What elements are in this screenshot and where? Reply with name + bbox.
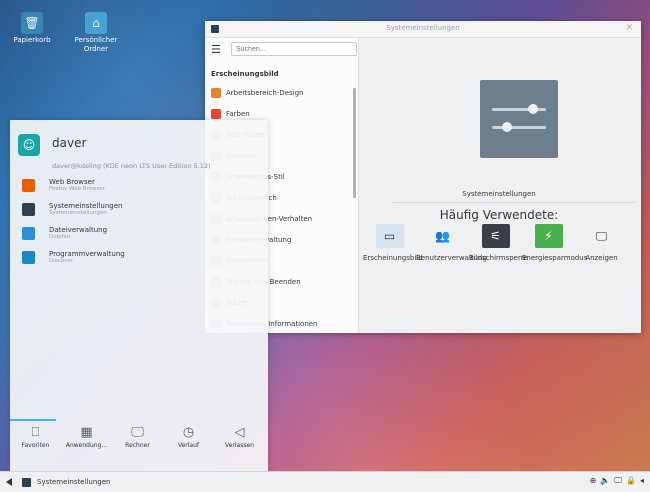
history-icon: ◷	[182, 425, 195, 440]
app-icon	[22, 251, 35, 264]
launcher-tab-label: Verlassen	[225, 442, 254, 449]
network-icon[interactable]: ⊕	[590, 476, 597, 486]
monitor-icon: 🖵	[587, 224, 616, 248]
sidebar-item-icon	[211, 87, 221, 98]
leave-icon: ◁	[234, 425, 245, 440]
settings-hero-icon	[480, 80, 558, 158]
window-titlebar[interactable]: Systemeinstellungen ✕	[205, 21, 641, 38]
window-title: Systemeinstellungen	[386, 24, 460, 32]
volume-icon[interactable]: 🔈	[600, 476, 610, 486]
user-subtitle: daver@kdeling (KDE neon LTS User Edition…	[52, 162, 211, 170]
app-icon	[22, 203, 35, 216]
sidebar-item[interactable]: Arbeitsbereich-Design	[205, 82, 358, 103]
launcher-app-item[interactable]: Web Browser Firefox Web Browser	[22, 178, 262, 202]
desktop-icon-label: Papierkorb	[13, 36, 51, 44]
search-input[interactable]	[231, 42, 357, 56]
frequent-item-label: Anzeigen	[585, 254, 618, 262]
application-launcher: ☺ daver daver@kdeling (KDE neon LTS User…	[10, 120, 268, 472]
launcher-tab-label: Verlauf	[177, 442, 200, 449]
computer-icon: 🖵	[131, 425, 144, 440]
system-tray: ⊕ 🔈 🖵 🔒 ◂	[590, 476, 644, 486]
launcher-tab[interactable]: 🖵 Rechner	[112, 424, 163, 449]
frequent-item-label: Benutzerverwaltung	[416, 254, 487, 262]
divider	[393, 202, 635, 203]
collapse-icon[interactable]: ◂	[640, 476, 644, 486]
window-icon: ▭	[375, 224, 404, 248]
sidebar-scrollbar[interactable]	[353, 88, 356, 198]
frequent-item-label: Energiesparmodus	[522, 254, 588, 262]
home-folder-icon: ⌂	[85, 12, 107, 34]
hero-caption: Systemeinstellungen	[462, 190, 536, 198]
app-name: Web Browser	[49, 178, 95, 186]
sidebar-category-heading: Erscheinungsbild	[211, 70, 279, 78]
launcher-tab-label: Anwendung...	[65, 442, 108, 449]
lock-icon[interactable]: 🔒	[626, 476, 636, 486]
close-icon[interactable]: ✕	[625, 23, 633, 33]
desktop-icon-label: Persönlicher Ordner	[74, 36, 118, 53]
screen-lock-icon: ⚟	[481, 224, 510, 248]
frequent-item[interactable]: ⚡ Energiesparmodus	[522, 224, 588, 263]
sidebar-item-label: Farben	[226, 109, 250, 118]
frequent-item[interactable]: ▭ Erscheinungsbild	[363, 224, 423, 263]
frequent-item[interactable]: ⚟ Bildschirmsperre	[469, 224, 528, 263]
users-icon: 👥	[428, 224, 457, 248]
active-tab-indicator	[10, 419, 56, 421]
launcher-tab[interactable]: ◷ Verlauf	[163, 424, 214, 449]
frequent-item-label: Bildschirmsperre	[469, 254, 528, 262]
frequent-item-label: Erscheinungsbild	[363, 254, 423, 262]
search-row: ☰	[205, 38, 358, 60]
settings-main-pane: Systemeinstellungen Häufig Verwendete: ▭…	[359, 38, 641, 333]
settings-task-icon	[22, 477, 31, 487]
frequent-item[interactable]: 🖵 Anzeigen	[575, 224, 628, 263]
app-icon	[22, 227, 35, 240]
app-name: Programmverwaltung	[49, 250, 125, 258]
launcher-app-item[interactable]: Dateiverwaltung Dolphin	[22, 226, 262, 250]
desktop-icon-trash[interactable]: 🗑 Papierkorb	[2, 12, 62, 45]
favorites-list: Web Browser Firefox Web Browser Systemeins…	[22, 178, 262, 274]
app-description: Discover	[49, 258, 73, 264]
app-description: Dolphin	[49, 234, 71, 240]
trash-icon: 🗑	[21, 12, 43, 34]
avatar[interactable]: ☺	[18, 134, 40, 156]
launcher-tab[interactable]: ⎕ Favoriten	[10, 424, 61, 449]
app-name: Dateiverwaltung	[49, 226, 108, 234]
frequent-item[interactable]: 👥 Benutzerverwaltung	[416, 224, 487, 263]
app-icon	[22, 179, 35, 192]
taskbar: Systemeinstellungen ⊕ 🔈 🖵 🔒 ◂	[0, 471, 650, 492]
sidebar-item-label: Arbeitsbereich-Design	[226, 88, 304, 97]
launcher-tab-label: Favoriten	[21, 442, 50, 449]
display-icon[interactable]: 🖵	[614, 476, 622, 486]
frequent-title: Häufig Verwendete:	[439, 208, 559, 222]
username: daver	[52, 136, 87, 150]
task-label: Systemeinstellungen	[37, 478, 111, 486]
task-item-settings[interactable]: Systemeinstellungen	[22, 475, 110, 489]
launcher-tabs: ⎕ Favoriten ▦ Anwendung... 🖵 Rechner ◷ Verlauf ◁…	[10, 424, 268, 449]
launcher-button-icon[interactable]	[4, 476, 16, 488]
user-row: ☺	[18, 134, 40, 156]
launcher-tab[interactable]: ◁ Verlassen	[214, 424, 265, 449]
app-description: Systemeinstellungen	[49, 210, 107, 216]
sidebar-item-icon	[211, 108, 221, 119]
app-name: Systemeinstellungen	[49, 202, 123, 210]
app-description: Firefox Web Browser	[49, 186, 105, 192]
settings-window: Systemeinstellungen ✕ ☰ Erscheinungsbild…	[205, 21, 641, 333]
desktop-icon-home[interactable]: ⌂ Persönlicher Ordner	[66, 12, 126, 54]
bookmark-icon: ⎕	[31, 425, 40, 440]
launcher-app-item[interactable]: Systemeinstellungen Systemeinstellungen	[22, 202, 262, 226]
launcher-tab-label: Rechner	[125, 442, 150, 449]
hamburger-menu-icon[interactable]: ☰	[211, 43, 225, 56]
grid-icon: ▦	[80, 425, 93, 440]
power-icon: ⚡	[534, 224, 563, 248]
frequent-list: ▭ Erscheinungsbild 👥 Benutzerverwaltung ⚟ Bil…	[363, 224, 641, 263]
launcher-tab[interactable]: ▦ Anwendung...	[61, 424, 112, 449]
launcher-app-item[interactable]: Programmverwaltung Discover	[22, 250, 262, 274]
